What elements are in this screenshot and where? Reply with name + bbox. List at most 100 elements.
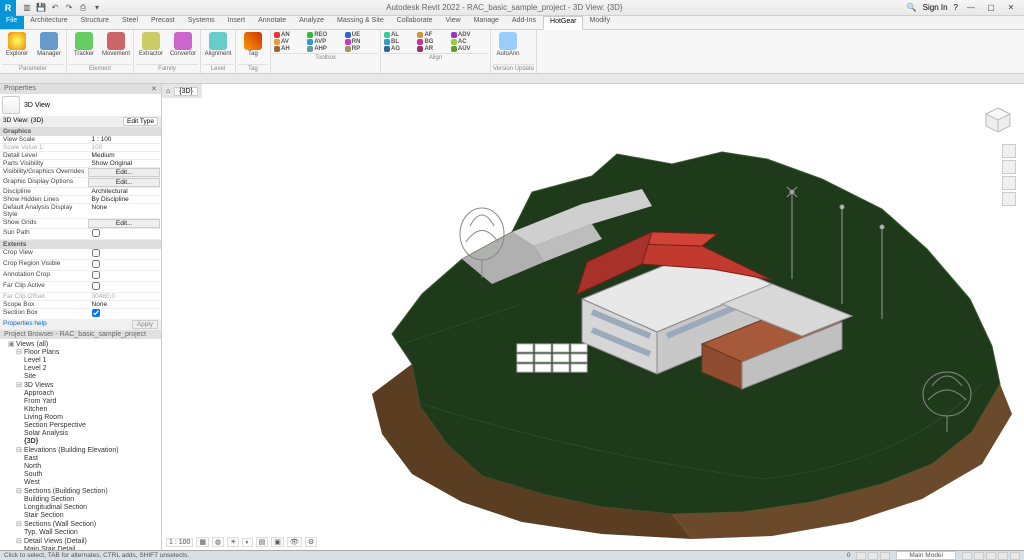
- tab-steel[interactable]: Steel: [116, 16, 145, 29]
- help-icon[interactable]: ?: [954, 3, 958, 12]
- sb2[interactable]: [974, 552, 984, 560]
- explorer-button[interactable]: Explorer: [2, 31, 32, 58]
- prop-section[interactable]: [89, 309, 161, 319]
- tab-addins[interactable]: Add-Ins: [506, 16, 543, 29]
- scale-display: 1 : 100: [166, 538, 193, 547]
- tab-structure[interactable]: Structure: [75, 16, 116, 29]
- align-grid[interactable]: ALAFADV BLBGAC AGARAUV: [383, 31, 488, 53]
- tab-analyze[interactable]: Analyze: [293, 16, 331, 29]
- prop-far[interactable]: [89, 282, 161, 292]
- tab-annotate[interactable]: Annotate: [252, 16, 293, 29]
- tab-hotgear[interactable]: HotGear: [543, 16, 583, 30]
- qat-open-icon[interactable]: ▥: [22, 3, 32, 13]
- sel-icon[interactable]: [868, 552, 878, 560]
- tree-active-view: {3D}: [24, 437, 161, 445]
- signin-link[interactable]: Sign In: [923, 3, 948, 12]
- ribbon: Explorer Manager Parameter Tracker Movem…: [0, 30, 1024, 74]
- qat-undo-icon[interactable]: ↶: [50, 3, 60, 13]
- prop-discipline[interactable]: Architectural: [89, 188, 161, 195]
- nav-pan-icon: [1002, 160, 1016, 174]
- workset-display[interactable]: Main Model: [896, 551, 956, 560]
- hide-icon: 👁: [287, 537, 302, 547]
- tab-systems[interactable]: Systems: [182, 16, 222, 29]
- tab-view[interactable]: View: [440, 16, 468, 29]
- reveal-icon: ⚙: [305, 537, 317, 547]
- tab-precast[interactable]: Precast: [145, 16, 182, 29]
- app-logo: R: [0, 0, 16, 16]
- view-tab[interactable]: {3D}: [174, 87, 198, 96]
- minimize-button[interactable]: —: [964, 3, 978, 12]
- nav-orbit-icon: [1002, 192, 1016, 206]
- convertor-button[interactable]: Convertor: [168, 31, 198, 58]
- tab-insert[interactable]: Insert: [222, 16, 253, 29]
- view-cube[interactable]: [982, 104, 1014, 136]
- qat-save-icon[interactable]: 💾: [36, 3, 46, 13]
- tab-modify[interactable]: Modify: [583, 16, 617, 29]
- prop-cropv[interactable]: [89, 260, 161, 270]
- properties-title: Properties: [4, 85, 36, 93]
- edit-type-button[interactable]: Edit Type: [123, 117, 158, 126]
- properties-help-link[interactable]: Properties help: [3, 320, 47, 329]
- prop-detail[interactable]: Medium: [89, 152, 161, 159]
- filter-icon[interactable]: [856, 552, 866, 560]
- tab-collaborate[interactable]: Collaborate: [391, 16, 440, 29]
- toolbox-grid[interactable]: ANREOUE AVAVPRN AHAHPRP: [273, 31, 378, 53]
- home-icon[interactable]: ⌂: [166, 88, 170, 95]
- sb3[interactable]: [986, 552, 996, 560]
- autoann-button[interactable]: AutoAnn: [493, 31, 523, 58]
- sb1[interactable]: [962, 552, 972, 560]
- sun-icon: ☀: [227, 537, 239, 547]
- tag-button[interactable]: Tag: [238, 31, 268, 58]
- tracker-button[interactable]: Tracker: [69, 31, 99, 58]
- cat-extents[interactable]: Extents: [0, 240, 161, 249]
- crop-icon: ▣: [271, 537, 284, 547]
- qat-redo-icon[interactable]: ↷: [64, 3, 74, 13]
- properties-close-icon[interactable]: ✕: [151, 85, 157, 93]
- extractor-button[interactable]: Extractor: [136, 31, 166, 58]
- window-title: Autodesk Revit 2022 - RAC_basic_sample_p…: [108, 3, 901, 12]
- qat-more-icon[interactable]: ▾: [92, 3, 102, 13]
- drag-icon[interactable]: [880, 552, 890, 560]
- tab-manage[interactable]: Manage: [468, 16, 506, 29]
- prop-scope[interactable]: None: [89, 301, 161, 308]
- selection-count: 0: [847, 552, 851, 559]
- movement-button[interactable]: Movement: [101, 31, 131, 58]
- prop-crop[interactable]: [89, 249, 161, 259]
- tab-massing[interactable]: Massing & Site: [331, 16, 391, 29]
- ribbon-tabs: File Architecture Structure Steel Precas…: [0, 16, 1024, 30]
- prop-anno[interactable]: [89, 271, 161, 281]
- close-button[interactable]: ✕: [1004, 3, 1018, 12]
- manager-button[interactable]: Manager: [34, 31, 64, 58]
- qat-print-icon[interactable]: ⎙: [78, 3, 88, 13]
- type-name[interactable]: 3D View: [24, 102, 50, 109]
- maximize-button[interactable]: ▢: [984, 3, 998, 12]
- view-control-bar[interactable]: 1 : 100 ▦◍☀◐▤▣👁⚙: [166, 536, 317, 548]
- prop-gdo-button[interactable]: Edit...: [88, 178, 160, 187]
- prop-vg-button[interactable]: Edit...: [88, 168, 160, 177]
- viewport-3d[interactable]: ⌂ {3D}: [162, 84, 1024, 550]
- options-bar: [0, 74, 1024, 84]
- prop-grids-button[interactable]: Edit...: [88, 219, 160, 228]
- prop-parts[interactable]: Show Original: [89, 160, 161, 167]
- project-browser-tree[interactable]: ▣Views (all) ⊟Floor Plans Level 1Level 2…: [0, 339, 161, 550]
- prop-hidden[interactable]: By Discipline: [89, 196, 161, 203]
- render-icon: ▤: [256, 537, 269, 547]
- apply-button[interactable]: Apply: [132, 320, 158, 329]
- prop-sun[interactable]: [89, 229, 161, 239]
- prop-view-scale[interactable]: 1 : 100: [89, 136, 161, 143]
- nav-wheel-icon: [1002, 144, 1016, 158]
- shadow-icon: ◐: [242, 538, 252, 547]
- alignment-button[interactable]: Alignment: [203, 31, 233, 58]
- status-hint: Click to select, TAB for alternates, CTR…: [4, 552, 189, 559]
- type-preview-icon: [2, 96, 20, 114]
- style-icon: ◍: [212, 537, 224, 547]
- sb5[interactable]: [1010, 552, 1020, 560]
- cat-graphics[interactable]: Graphics: [0, 127, 161, 136]
- tab-file[interactable]: File: [0, 16, 24, 29]
- prop-dads[interactable]: None: [89, 204, 161, 218]
- search-icon[interactable]: 🔍: [907, 3, 917, 12]
- nav-bar[interactable]: [1002, 144, 1016, 206]
- sb4[interactable]: [998, 552, 1008, 560]
- tab-architecture[interactable]: Architecture: [24, 16, 74, 29]
- instance-selector[interactable]: 3D View: {3D}: [3, 117, 123, 126]
